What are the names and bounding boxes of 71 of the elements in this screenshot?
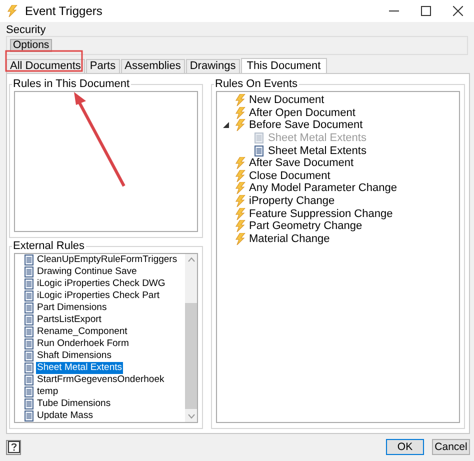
lightning-icon xyxy=(234,157,246,170)
document-icon xyxy=(23,362,35,374)
options-button[interactable]: Options xyxy=(10,39,52,52)
tree-item[interactable]: Material Change xyxy=(249,232,330,245)
tab[interactable]: Assemblies xyxy=(120,59,185,73)
document-icon xyxy=(23,338,35,350)
tab[interactable]: Parts xyxy=(86,59,120,73)
tree-item[interactable]: Feature Suppression Change xyxy=(249,208,393,220)
scrollbar[interactable] xyxy=(185,254,197,422)
list-item[interactable]: iLogic iProperties Check DWG xyxy=(36,278,166,290)
document-icon xyxy=(23,386,35,398)
document-icon xyxy=(23,398,35,410)
document-icon xyxy=(23,278,35,290)
tree-item[interactable]: Sheet Metal Extents xyxy=(268,144,366,157)
document-icon xyxy=(23,302,35,314)
tree-item[interactable]: Part Geometry Change xyxy=(249,220,362,232)
lightning-icon xyxy=(234,208,246,220)
document-icon xyxy=(23,290,35,302)
list-item[interactable]: CleanUpEmptyRuleFormTriggers xyxy=(36,254,178,266)
document-icon xyxy=(23,326,35,338)
lightning-icon xyxy=(234,106,246,119)
group-label: Security xyxy=(6,24,47,36)
tree-item[interactable]: Before Save Document xyxy=(249,119,363,132)
tree-item[interactable]: iProperty Change xyxy=(249,195,335,208)
help-button[interactable] xyxy=(6,440,21,454)
group-label: Rules in This Document xyxy=(12,78,131,90)
document-icon xyxy=(23,374,35,386)
document-icon xyxy=(23,254,35,266)
lightning-icon xyxy=(234,182,246,194)
tree-item[interactable]: Any Model Parameter Change xyxy=(249,182,397,194)
lightning-icon xyxy=(234,220,246,232)
document-icon xyxy=(23,350,35,362)
tree-item[interactable]: After Open Document xyxy=(249,106,356,119)
close-icon xyxy=(453,6,463,16)
list-item[interactable]: StartFrmGegevensOnderhoek xyxy=(36,374,166,386)
group-label: External Rules xyxy=(12,240,86,252)
tree-item[interactable]: Close Document xyxy=(249,170,330,182)
lightning-icon xyxy=(234,232,246,245)
list-item[interactable]: Update Mass xyxy=(36,410,94,422)
group-label: Rules On Events xyxy=(214,78,299,90)
ok-button[interactable]: OK xyxy=(386,439,424,455)
tab[interactable]: Drawings xyxy=(186,59,240,73)
maximize-icon xyxy=(421,6,431,16)
tab[interactable]: All Documents xyxy=(6,59,85,73)
window-title: Event Triggers xyxy=(25,4,104,18)
document-icon xyxy=(23,410,35,422)
list-item[interactable]: Part Dimensions xyxy=(36,302,108,314)
lightning-icon xyxy=(234,170,246,182)
document-icon xyxy=(253,132,265,144)
lightning-icon xyxy=(6,5,18,17)
cancel-button[interactable]: Cancel xyxy=(432,439,470,455)
document-icon xyxy=(253,144,265,157)
list-item[interactable]: Drawing Continue Save xyxy=(36,266,138,278)
document-icon xyxy=(23,266,35,278)
tab[interactable]: This Document xyxy=(240,58,327,74)
list-item[interactable]: Tube Dimensions xyxy=(36,398,112,410)
document-icon xyxy=(23,314,35,326)
list-item[interactable]: iLogic iProperties Check Part xyxy=(36,290,160,302)
list-item[interactable]: Rename_Component xyxy=(36,326,128,338)
list-item[interactable]: temp xyxy=(36,386,60,398)
lightning-icon xyxy=(234,119,246,132)
scrollbar-thumb[interactable] xyxy=(185,303,197,409)
list-item[interactable]: Sheet Metal Extents xyxy=(36,362,124,374)
list-item[interactable]: PartsListExport xyxy=(36,314,102,326)
lightning-icon xyxy=(234,94,246,106)
list-item[interactable]: Shaft Dimensions xyxy=(36,350,112,362)
lightning-icon xyxy=(234,195,246,208)
tree-item[interactable]: After Save Document xyxy=(249,157,354,170)
list-item[interactable]: Run Onderhoek Form xyxy=(36,338,130,350)
tree-item[interactable]: New Document xyxy=(249,94,324,106)
help-icon xyxy=(8,441,20,453)
